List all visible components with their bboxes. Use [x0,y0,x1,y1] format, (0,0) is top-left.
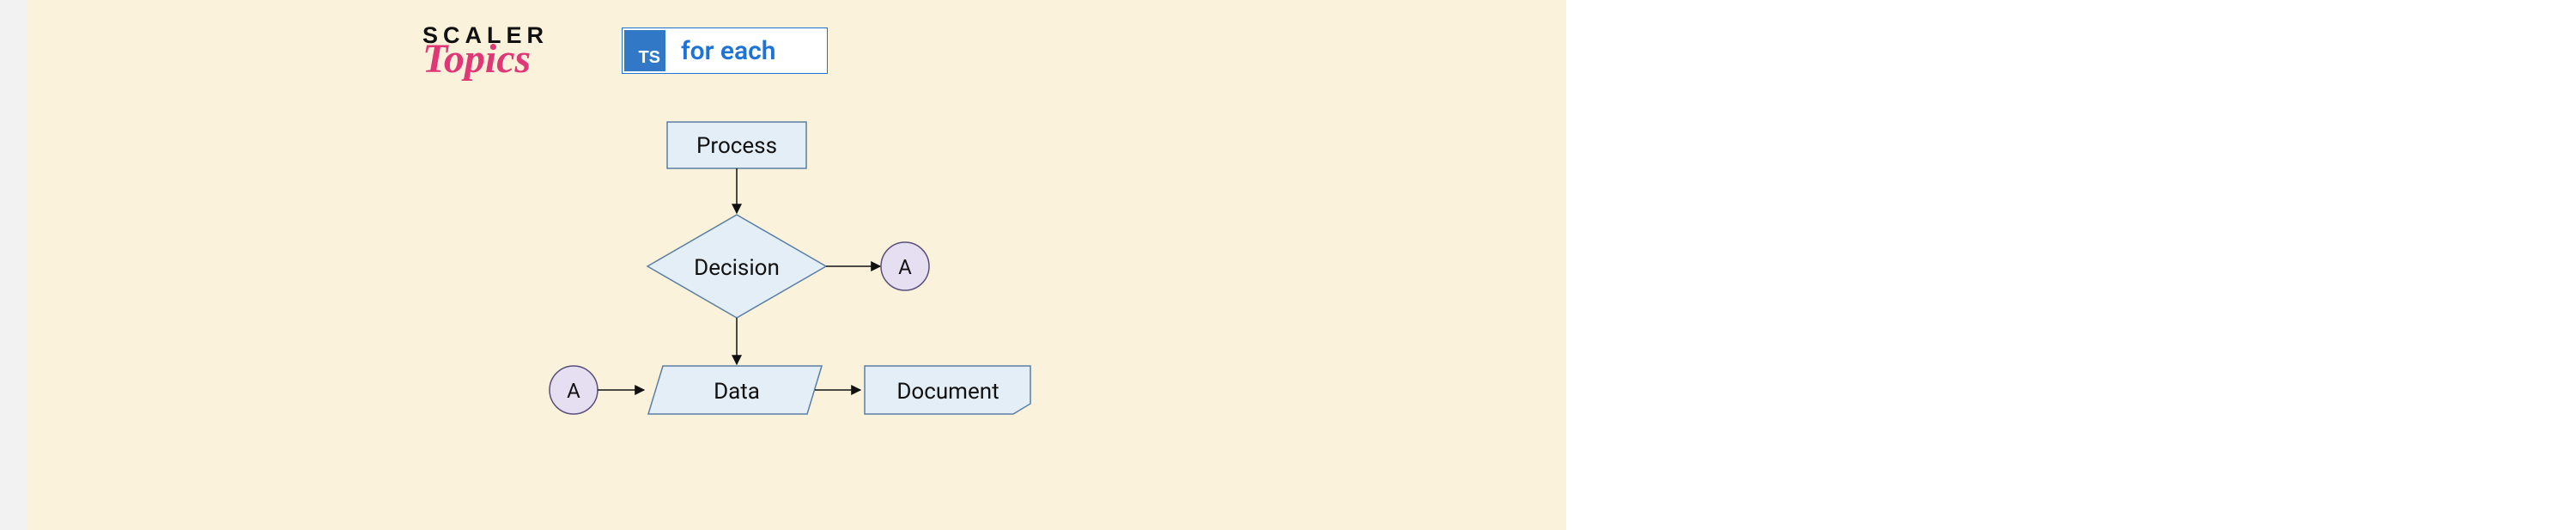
decision-node: Decision [647,215,826,318]
data-label: Data [714,379,760,405]
flowchart-diagram: Process Decision A A [27,0,1566,530]
connector-right-node: A [881,242,929,290]
document-node: Document [865,366,1030,414]
left-gutter [0,0,27,530]
process-label: Process [696,133,777,159]
page-root: SCALER Topics TS for each Process [0,0,2576,530]
decision-label: Decision [694,255,780,281]
connector-left-label: A [567,379,580,403]
data-node: Data [648,366,822,414]
process-node: Process [667,122,806,168]
connector-right-label: A [898,255,912,279]
connector-left-node: A [550,366,598,414]
document-label: Document [896,379,999,405]
content-panel: SCALER Topics TS for each Process [27,0,1566,530]
